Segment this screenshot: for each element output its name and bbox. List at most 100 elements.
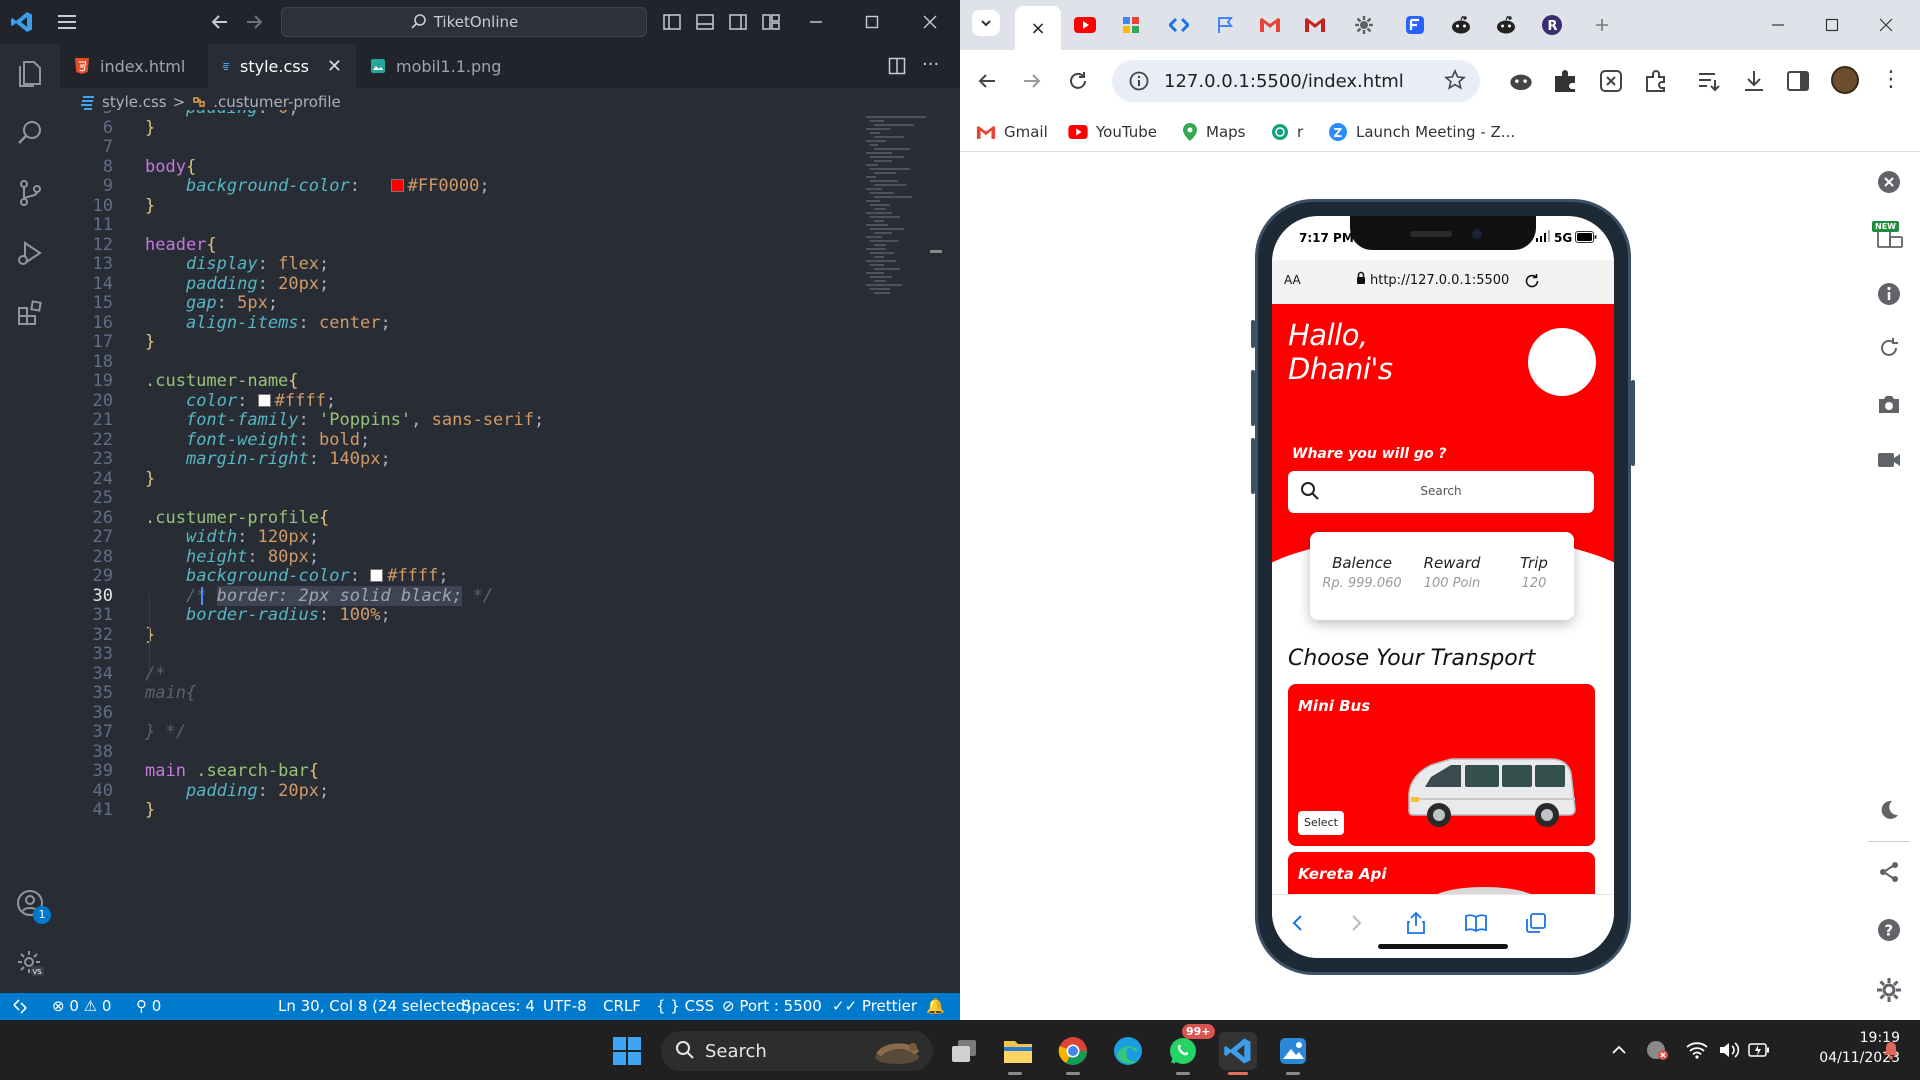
tab-close-icon[interactable]: ✕ <box>327 56 342 77</box>
wifi-icon[interactable] <box>1682 1038 1712 1062</box>
volume-icon[interactable] <box>1714 1038 1744 1062</box>
gmail-tab-icon[interactable] <box>1256 12 1284 38</box>
eol[interactable]: CRLF <box>603 993 641 1020</box>
edge-taskbar-icon[interactable] <box>1109 1032 1147 1070</box>
extension-blocked-icon[interactable] <box>1598 68 1624 94</box>
dark-mode-moon-icon[interactable] <box>1872 793 1906 827</box>
extension-reddit-icon[interactable] <box>1508 68 1534 92</box>
address-bar[interactable]: 127.0.0.1:5500/index.html <box>1112 60 1480 102</box>
extension-puzzle-icon-1[interactable] <box>1552 68 1578 94</box>
bookmark-zoom[interactable]: Z Launch Meeting - Z... <box>1328 118 1515 146</box>
chrome-maximize-icon[interactable] <box>1818 12 1846 38</box>
notifications-bell-icon[interactable]: 🔔 <box>926 993 945 1020</box>
explorer-icon[interactable] <box>13 56 47 90</box>
downloads-icon[interactable] <box>1741 68 1767 94</box>
start-windows-icon[interactable] <box>608 1032 646 1070</box>
customer-profile-avatar[interactable] <box>1528 328 1596 396</box>
toggle-sidebar-icon[interactable] <box>662 12 682 32</box>
extensions-puzzle-icon[interactable] <box>1643 68 1669 94</box>
tab-style-css[interactable]: style.css ✕ <box>208 44 356 88</box>
transport-card-minibus[interactable]: Mini Bus Select <box>1288 684 1595 846</box>
task-view-icon[interactable] <box>945 1032 983 1070</box>
problems-status[interactable]: ⊗ 0 ⚠ 0 <box>52 993 111 1020</box>
bookmark-youtube[interactable]: YouTube <box>1068 118 1157 146</box>
code-line[interactable]: 41} <box>60 798 860 822</box>
chrome-tray-icon[interactable] <box>1642 1038 1672 1062</box>
photos-taskbar-icon[interactable] <box>1274 1032 1312 1070</box>
forms-tab-icon[interactable] <box>1401 12 1429 38</box>
bookmark-gmail[interactable]: Gmail <box>976 118 1048 146</box>
device-switch-icon[interactable]: NEW <box>1872 221 1906 255</box>
language-mode[interactable]: { } CSS <box>656 993 714 1020</box>
breadcrumb-symbol[interactable]: .custumer-profile <box>213 93 341 111</box>
site-info-icon[interactable] <box>1128 70 1150 92</box>
r-tab-icon[interactable]: R <box>1538 12 1566 38</box>
active-tab[interactable]: × <box>1015 6 1061 50</box>
phone-reload-icon[interactable] <box>1523 272 1541 290</box>
back-arrow-icon[interactable] <box>210 12 230 32</box>
bookmark-r[interactable]: r <box>1271 118 1303 146</box>
breadcrumb-file[interactable]: style.css <box>102 93 167 111</box>
command-center[interactable]: TiketOnline <box>281 7 647 37</box>
toggle-secondary-sidebar-icon[interactable] <box>728 12 748 32</box>
cursor-position[interactable]: Ln 30, Col 8 (24 selected) <box>278 993 471 1020</box>
bookmark-maps[interactable]: Maps <box>1182 118 1245 146</box>
phone-forward-icon[interactable] <box>1342 909 1370 937</box>
toggle-panel-icon[interactable] <box>695 12 715 32</box>
app-tab-icon[interactable] <box>1117 12 1145 38</box>
flag-tab-icon[interactable] <box>1211 12 1239 38</box>
remote-icon[interactable] <box>12 993 28 1020</box>
record-video-icon[interactable] <box>1872 443 1906 477</box>
tab-mobil-png[interactable]: mobil1.1.png <box>356 44 526 88</box>
settings-tab-icon[interactable] <box>1350 12 1378 38</box>
encoding[interactable]: UTF-8 <box>543 993 587 1020</box>
search-bar[interactable]: Search <box>1288 471 1594 513</box>
more-actions-icon[interactable]: ··· <box>922 54 939 75</box>
code-editor[interactable]: 5 padding: 0;6}78body{9 background-color… <box>60 110 860 993</box>
taskbar-search[interactable]: Search <box>661 1031 933 1071</box>
show-hidden-icons-chevron[interactable] <box>1606 1038 1632 1062</box>
settings-gear-icon[interactable] <box>1872 973 1906 1007</box>
profile-avatar[interactable] <box>1831 66 1859 94</box>
minimize-icon[interactable] <box>804 10 828 34</box>
split-editor-icon[interactable] <box>888 57 906 75</box>
reload-icon[interactable] <box>1067 70 1089 92</box>
source-control-icon[interactable] <box>13 176 47 210</box>
bookmark-star-icon[interactable] <box>1444 69 1466 91</box>
reddit-tab-icon-2[interactable] <box>1492 12 1520 38</box>
notification-bell-icon[interactable] <box>1876 1038 1906 1062</box>
tab-index-html[interactable]: index.html <box>60 44 208 88</box>
minimap[interactable] <box>860 110 960 990</box>
forward-arrow-icon[interactable] <box>244 12 264 32</box>
reader-aa-button[interactable]: AA <box>1284 273 1301 287</box>
forward-icon[interactable] <box>1021 70 1043 92</box>
menu-icon[interactable] <box>56 12 78 32</box>
phone-tabs-icon[interactable] <box>1522 909 1550 937</box>
maximize-icon[interactable] <box>860 10 884 34</box>
gmail-tab-icon-2[interactable] <box>1301 12 1329 38</box>
phone-share-icon[interactable] <box>1402 909 1430 937</box>
manage-gear-icon[interactable]: VS <box>13 946 47 980</box>
accounts-icon[interactable]: 1 <box>13 886 51 924</box>
active-tab-close-icon[interactable]: × <box>1030 18 1045 39</box>
screenshot-camera-icon[interactable] <box>1872 387 1906 421</box>
tab-search-chevron-icon[interactable] <box>972 10 1000 36</box>
phone-web-content[interactable]: Hallo, Dhani's Whare you will go ? Searc… <box>1272 304 1614 894</box>
reddit-tab-icon[interactable] <box>1447 12 1475 38</box>
search-icon[interactable] <box>13 116 47 150</box>
close-emulator-icon[interactable] <box>1872 165 1906 199</box>
chrome-menu-icon[interactable]: ⋮ <box>1880 66 1902 94</box>
rotate-icon[interactable] <box>1872 331 1906 365</box>
customize-layout-icon[interactable] <box>761 12 781 32</box>
transport-card-kereta-api[interactable]: Kereta Api <box>1288 852 1595 894</box>
extensions-icon[interactable] <box>13 296 47 330</box>
run-debug-icon[interactable] <box>13 236 47 270</box>
youtube-tab-icon[interactable] <box>1071 12 1099 38</box>
live-server-port[interactable]: ⊘ Port : 5500 <box>722 993 822 1020</box>
indentation[interactable]: Spaces: 4 <box>462 993 535 1020</box>
chrome-close-icon[interactable] <box>1872 12 1900 38</box>
chrome-minimize-icon[interactable] <box>1764 12 1792 38</box>
share-icon[interactable] <box>1872 855 1906 889</box>
phone-bookmarks-icon[interactable] <box>1462 909 1490 937</box>
back-icon[interactable] <box>976 70 998 92</box>
